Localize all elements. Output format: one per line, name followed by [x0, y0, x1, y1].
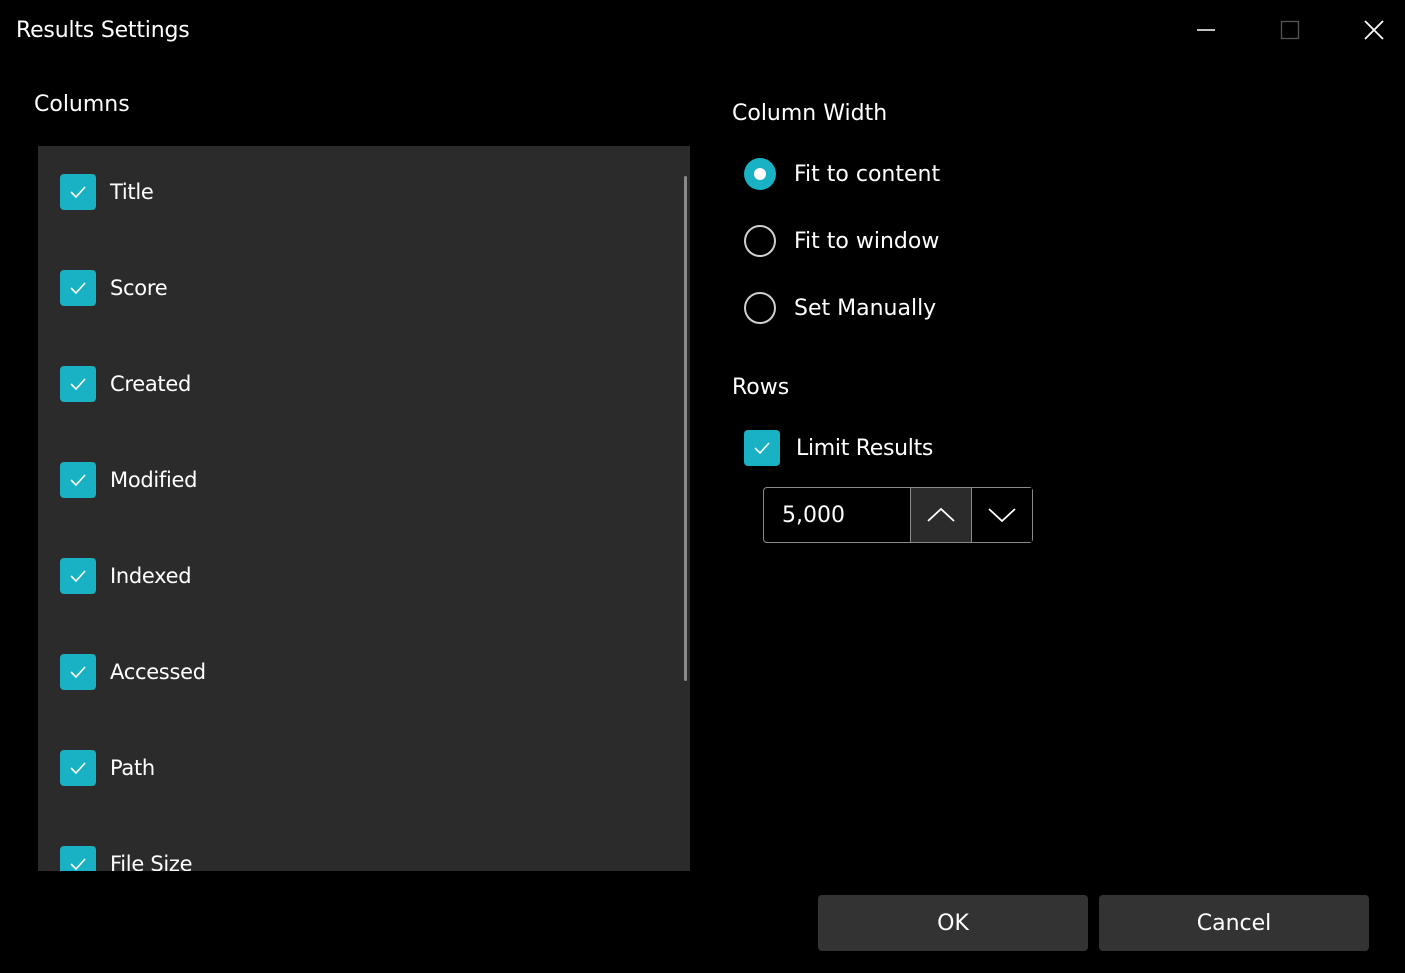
column-item-created[interactable]: Created	[60, 364, 191, 404]
limit-results-checkbox[interactable]	[744, 430, 780, 466]
ok-button[interactable]: OK	[818, 895, 1088, 951]
column-item-label: Score	[110, 276, 168, 300]
columns-scrollbar[interactable]	[684, 176, 687, 681]
close-icon	[1364, 20, 1384, 40]
column-item-label: Path	[110, 756, 155, 780]
column-item-modified[interactable]: Modified	[60, 460, 198, 500]
checkmark-icon	[70, 378, 86, 391]
indexed-checkbox[interactable]	[60, 558, 96, 594]
checkmark-icon	[70, 762, 86, 775]
minimize-icon	[1197, 29, 1215, 31]
column-item-label: Accessed	[110, 660, 206, 684]
fit-to-content-radio[interactable]	[744, 158, 776, 190]
maximize-button[interactable]	[1251, 4, 1329, 56]
checkmark-icon	[70, 666, 86, 679]
radio-label: Fit to window	[794, 228, 940, 254]
column-item-path[interactable]: Path	[60, 748, 155, 788]
path-checkbox[interactable]	[60, 750, 96, 786]
chevron-down-icon	[988, 508, 1016, 523]
cancel-button[interactable]: Cancel	[1099, 895, 1369, 951]
chevron-up-icon	[927, 507, 955, 522]
set-manually-radio[interactable]	[744, 292, 776, 324]
window-title: Results Settings	[16, 18, 190, 43]
columns-heading: Columns	[34, 92, 130, 117]
checkmark-icon	[70, 186, 86, 199]
limit-results-option[interactable]: Limit Results	[744, 428, 933, 468]
column-item-title[interactable]: Title	[60, 172, 154, 212]
fit-to-content-option[interactable]: Fit to content	[744, 154, 940, 194]
increment-button[interactable]	[910, 488, 971, 542]
checkmark-icon	[70, 858, 86, 871]
maximize-icon	[1280, 20, 1300, 40]
file-size-checkbox[interactable]	[60, 846, 96, 871]
column-item-file-size[interactable]: File Size	[60, 844, 193, 871]
rows-heading: Rows	[732, 375, 790, 400]
fit-to-window-option[interactable]: Fit to window	[744, 221, 939, 261]
column-item-score[interactable]: Score	[60, 268, 168, 308]
checkmark-icon	[70, 474, 86, 487]
title-checkbox[interactable]	[60, 174, 96, 210]
modified-checkbox[interactable]	[60, 462, 96, 498]
column-item-label: Title	[110, 180, 154, 204]
checkmark-icon	[754, 442, 770, 455]
accessed-checkbox[interactable]	[60, 654, 96, 690]
set-manually-option[interactable]: Set Manually	[744, 288, 936, 328]
column-item-label: Modified	[110, 468, 198, 492]
column-item-label: File Size	[110, 852, 193, 871]
minimize-button[interactable]	[1167, 4, 1245, 56]
limit-value-input[interactable]	[764, 488, 910, 542]
column-width-heading: Column Width	[732, 101, 888, 126]
limit-number-box	[763, 487, 1033, 543]
radio-label: Set Manually	[794, 295, 937, 321]
radio-label: Fit to content	[794, 161, 941, 187]
title-bar: Results Settings	[4, 4, 1401, 62]
checkmark-icon	[70, 570, 86, 583]
decrement-button[interactable]	[971, 488, 1032, 542]
columns-list[interactable]: Title Score Created Modified Indexed Acc…	[38, 146, 690, 871]
column-item-indexed[interactable]: Indexed	[60, 556, 192, 596]
column-item-label: Indexed	[110, 564, 192, 588]
close-button[interactable]	[1335, 4, 1405, 56]
column-item-label: Created	[110, 372, 192, 396]
created-checkbox[interactable]	[60, 366, 96, 402]
checkmark-icon	[70, 282, 86, 295]
column-item-accessed[interactable]: Accessed	[60, 652, 206, 692]
score-checkbox[interactable]	[60, 270, 96, 306]
results-settings-window: Results Settings Columns Title Score Cre…	[4, 4, 1401, 969]
fit-to-window-radio[interactable]	[744, 225, 776, 257]
limit-results-label: Limit Results	[796, 435, 934, 461]
